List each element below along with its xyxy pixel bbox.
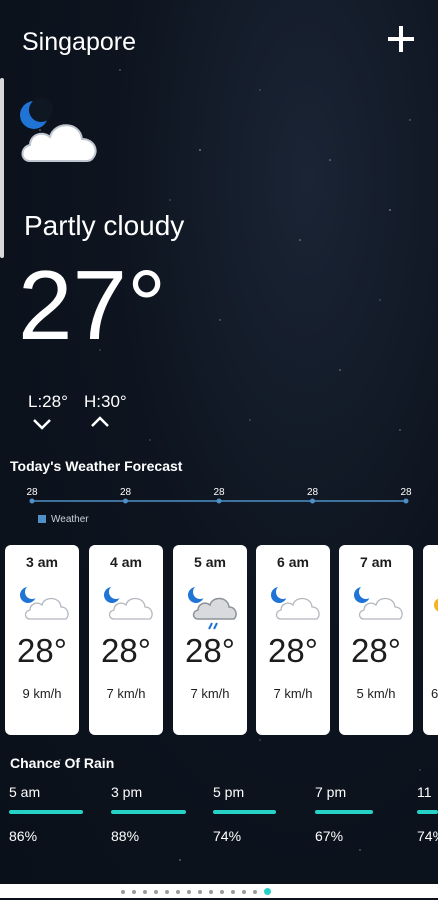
page-dot[interactable] [231,890,235,894]
current-temperature: 27° [18,250,167,360]
page-dot[interactable] [121,890,125,894]
chevron-down-icon [33,419,51,430]
page-dot[interactable] [187,890,191,894]
add-location-button[interactable] [386,24,416,54]
rain-item: 3 pm 88% [111,784,191,844]
data-label: 28 [26,487,38,498]
data-label: 28 [307,487,319,498]
partly-cloudy-night-icon [20,98,97,162]
city-name[interactable]: Singapore [22,28,136,57]
rain-percent: 88% [111,828,140,844]
hour-temperature: 28° [101,632,151,669]
page-dot-active[interactable] [264,888,271,895]
rain-item: 5 pm 74% [213,784,293,844]
forecast-title: Today's Weather Forecast [10,458,183,474]
moon-cloud-icon [354,585,403,620]
page-indicator[interactable] [0,884,438,898]
page-dot[interactable] [253,890,257,894]
hour-wind: 7 km/h [106,686,146,701]
hour-wind: 6 [431,686,438,701]
hourly-card[interactable]: 3 am 28° 9 km/h [5,545,79,735]
high-temperature: H:30° [84,392,127,411]
data-label: 28 [120,487,132,498]
hourly-card[interactable]: 7 am 28° 5 km/h [339,545,413,735]
hour-temperature: 28° [17,632,67,669]
moon-cloud-icon [271,585,320,620]
page-dot[interactable] [242,890,246,894]
rain-bar [111,810,186,814]
moon-cloud-icon [104,585,153,620]
rain-time: 7 pm [315,784,347,800]
hourly-card[interactable]: 6 [423,545,438,735]
data-point [123,498,128,504]
rain-bar [213,810,276,814]
hourly-card[interactable]: 6 am 28° 7 km/h [256,545,330,735]
hour-wind: 5 km/h [356,686,396,701]
rain-percent: 67% [315,828,344,844]
hour-temperature: 28° [185,632,235,669]
hour-label: 3 am [26,554,58,570]
moon-cloud-icon [20,585,69,620]
rain-percent: 74% [417,828,438,844]
rain-item: 11 74% [417,784,438,844]
rain-item: 7 pm 67% [315,784,395,844]
data-point [216,498,222,504]
page-dot[interactable] [220,890,224,894]
side-drawer-handle[interactable] [0,78,4,258]
rain-bar [9,810,83,814]
data-label: 28 [400,487,412,498]
rain-item: 5 am 86% [9,784,89,844]
rain-time: 5 pm [213,784,245,800]
page-dot[interactable] [165,890,169,894]
rain-time: 3 pm [111,784,143,800]
legend-swatch [38,515,46,524]
rain-time: 5 am [9,784,41,800]
top-bar: Singapore [0,0,438,80]
hour-wind: 7 km/h [273,686,313,701]
rain-title: Chance Of Rain [10,755,115,771]
hour-wind: 7 km/h [190,686,230,701]
hour-temperature: 28° [268,632,318,669]
page-dot[interactable] [143,890,147,894]
data-point [29,498,35,504]
sun-icon [434,598,438,612]
rain-percent: 74% [213,828,242,844]
hourly-card[interactable]: 5 am 28° 7 km/h [173,545,247,735]
page-dot[interactable] [176,890,180,894]
data-label: 28 [213,487,225,498]
hourly-card[interactable]: 4 am 28° 7 km/h [89,545,163,735]
page-dot[interactable] [198,890,202,894]
hour-label: 6 am [277,554,309,570]
hour-label: 5 am [194,554,226,570]
low-temperature: L:28° [28,392,68,411]
moon-cloud-rain-icon [188,585,237,630]
page-dot[interactable] [154,890,158,894]
chart-legend: Weather [38,514,89,525]
hour-temperature: 28° [351,632,401,669]
legend-label: Weather [51,514,89,525]
page-dot[interactable] [132,890,136,894]
hour-wind: 9 km/h [22,686,62,701]
chevron-up-icon [91,416,109,427]
rain-percent: 86% [9,828,38,844]
rain-time: 11 [417,784,432,800]
rain-bar [315,810,373,814]
hourly-forecast-list[interactable]: 3 am 28° 9 km/h 4 am 28° 7 km/h 5 am 28°… [5,545,438,735]
page-dot[interactable] [209,890,213,894]
hour-label: 4 am [110,554,142,570]
current-condition: Partly cloudy [24,210,185,241]
data-point [310,498,315,504]
hour-label: 7 am [360,554,392,570]
rain-bar [417,810,438,814]
data-point [403,498,409,504]
